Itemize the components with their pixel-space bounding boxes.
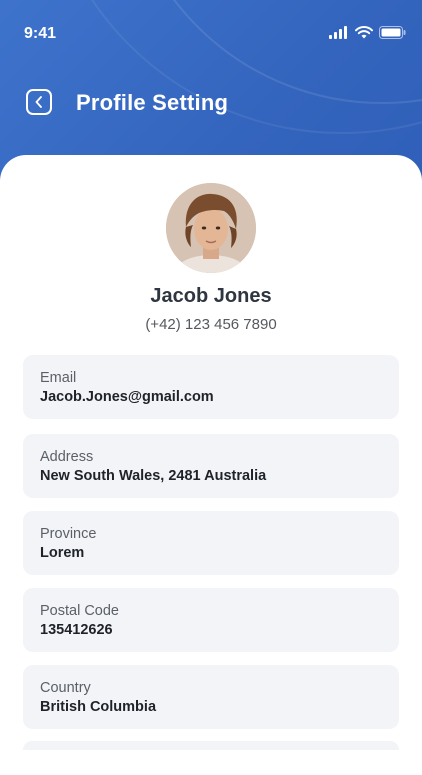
page-title: Profile Setting	[76, 90, 229, 115]
postal-code-field[interactable]: Postal Code 135412626	[23, 588, 399, 652]
signal-icon	[329, 26, 347, 39]
chevron-left-icon	[35, 96, 42, 108]
battery-icon	[379, 26, 406, 39]
next-field-partial[interactable]	[23, 741, 399, 750]
back-button[interactable]	[26, 89, 52, 115]
field-label: Country	[40, 680, 91, 696]
status-time: 9:41	[24, 25, 57, 42]
address-field[interactable]: Address New South Wales, 2481 Australia	[23, 434, 399, 498]
field-value: Jacob.Jones@gmail.com	[40, 389, 214, 405]
country-field[interactable]: Country British Columbia	[23, 665, 399, 729]
province-field[interactable]: Province Lorem	[23, 511, 399, 575]
field-value: British Columbia	[40, 699, 157, 715]
email-field[interactable]: Email Jacob.Jones@gmail.com	[23, 355, 399, 419]
avatar-image	[166, 183, 256, 273]
field-value: New South Wales, 2481 Australia	[40, 468, 267, 484]
field-label: Email	[40, 370, 77, 386]
profile-name: Jacob Jones	[150, 285, 272, 307]
profile-phone: (+42) 123 456 7890	[145, 316, 277, 333]
field-label: Province	[40, 526, 97, 542]
field-value: Lorem	[40, 545, 85, 561]
field-value: 135412626	[40, 622, 113, 638]
status-icons	[329, 26, 406, 39]
field-label: Address	[40, 449, 94, 465]
field-label: Postal Code	[40, 603, 119, 619]
avatar[interactable]	[166, 183, 256, 273]
wifi-icon	[355, 26, 373, 39]
